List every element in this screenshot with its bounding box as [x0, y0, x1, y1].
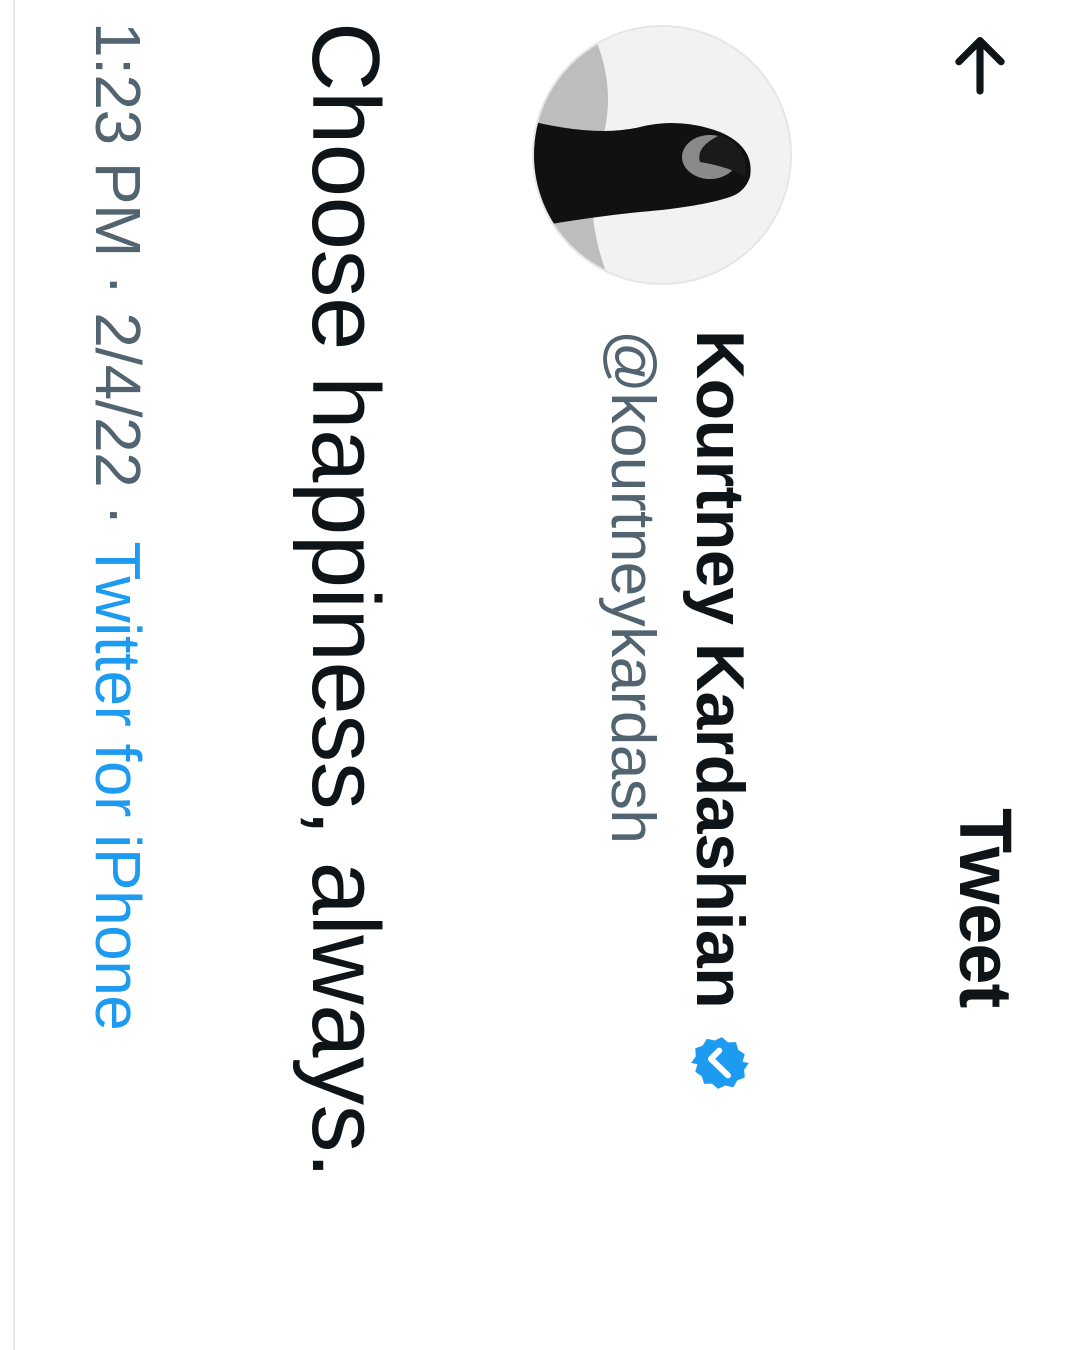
arrow-left-icon: [955, 37, 1005, 95]
tweet-date: 2/4/22: [82, 312, 154, 488]
tweet-text: Choose happiness, always.: [292, 22, 399, 1179]
tweet-metadata: 1:23 PM · 2/4/22 · Twitter for iPhone: [81, 22, 155, 1030]
display-name[interactable]: Kourtney Kardashian: [681, 330, 759, 1008]
tweet-source-link[interactable]: Twitter for iPhone: [82, 541, 154, 1030]
tweet-detail-screen: Tweet Kourtney Kardashian @kourtneykarda…: [0, 0, 1080, 1350]
verified-badge-icon: [687, 1030, 753, 1096]
page-title: Tweet: [944, 808, 1027, 1008]
meta-separator: ·: [82, 504, 154, 526]
display-name-row: Kourtney Kardashian: [680, 330, 760, 1096]
tweet-time: 1:23 PM: [82, 22, 154, 257]
divider: [13, 0, 15, 1350]
meta-separator: ·: [82, 274, 154, 295]
user-handle[interactable]: @kourtneykardash: [597, 330, 668, 1096]
back-button[interactable]: [940, 25, 1020, 105]
profile-photo: [534, 27, 790, 283]
avatar[interactable]: [532, 25, 792, 285]
top-bar: Tweet: [930, 0, 1080, 1350]
author-info[interactable]: Kourtney Kardashian @kourtneykardash: [597, 330, 760, 1096]
